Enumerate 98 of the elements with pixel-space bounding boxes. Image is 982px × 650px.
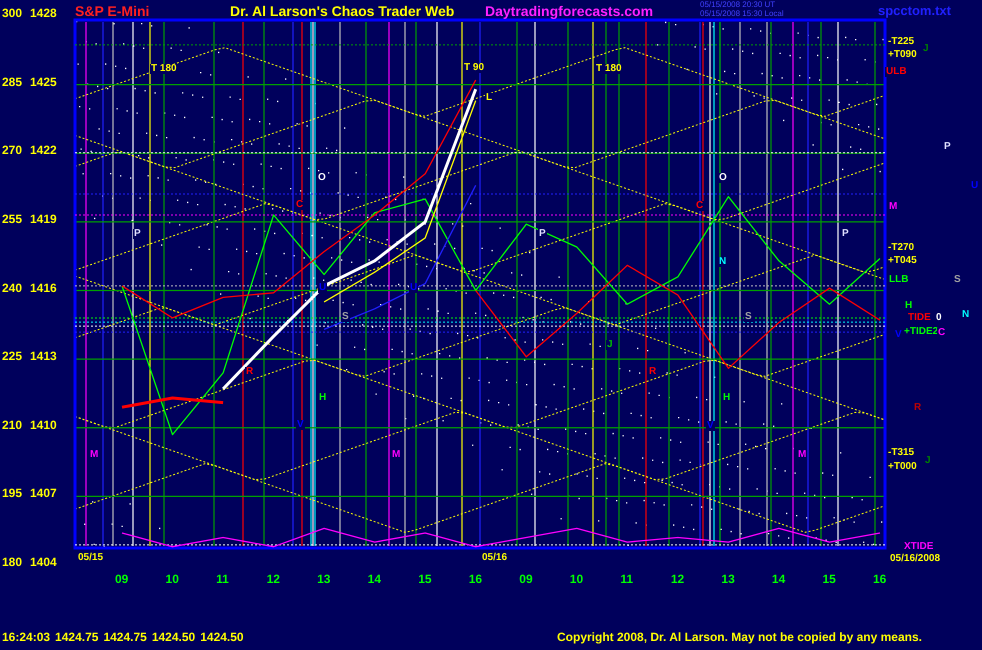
chart-label: J xyxy=(922,44,930,54)
time-label: 15 xyxy=(418,573,432,585)
price-label: 1404 xyxy=(30,556,57,568)
chart-label: +T045 xyxy=(887,256,918,266)
time-label: 13 xyxy=(317,573,330,585)
time-label: 10 xyxy=(570,573,584,585)
chart-label: N xyxy=(718,257,728,267)
chart-label: U xyxy=(318,283,328,293)
chart-label: C xyxy=(695,201,704,211)
time-label: 10 xyxy=(166,573,179,585)
degree-label: 300 xyxy=(2,7,22,19)
chart-label: S xyxy=(744,312,753,322)
price-label: 1413 xyxy=(30,350,57,362)
degree-label: 285 xyxy=(2,76,22,88)
chart-label: T 90 xyxy=(463,63,486,73)
chart-label: -T315 xyxy=(887,448,916,458)
chart-label: P xyxy=(538,229,547,239)
degree-label: 240 xyxy=(2,282,22,294)
series-label: XTIDE xyxy=(903,542,934,552)
time-label: 13 xyxy=(721,573,735,585)
site-name: Daytradingforecasts.com xyxy=(485,4,654,18)
file-name: spcctom.txt xyxy=(878,4,951,17)
chart-label: O xyxy=(317,173,327,183)
degree-label: 255 xyxy=(2,212,22,225)
time-label: 12 xyxy=(670,573,684,585)
time-label: 09 xyxy=(519,573,533,585)
chart-label: M xyxy=(888,202,898,212)
chart-label: LLB xyxy=(888,275,910,285)
chart-label: 05/16/2008 xyxy=(889,554,942,564)
price-label: 1416 xyxy=(30,282,57,294)
chart-label: V xyxy=(706,421,715,431)
degree-label: 180 xyxy=(2,556,22,568)
chart-label: J xyxy=(924,456,932,466)
timestamp: 05/15/2008 20:30 UT xyxy=(700,1,776,9)
chart-label: +TIDE2 xyxy=(903,327,940,337)
chart-label: C xyxy=(937,328,946,338)
quote-value: 1424.50 xyxy=(200,630,244,644)
chart-label: TIDE xyxy=(907,313,932,323)
chart-label: O xyxy=(718,173,728,183)
quote-value: 1424.75 xyxy=(103,630,147,644)
time-label: 14 xyxy=(772,573,786,585)
symbol-title: S&P E-Mini xyxy=(75,4,150,18)
chart-label: ULB xyxy=(885,67,908,77)
quote-value: 1424.75 xyxy=(55,630,98,644)
chart-label: P xyxy=(943,142,952,152)
time-label: 15 xyxy=(822,573,836,585)
chart-label: R xyxy=(913,403,922,413)
chart-label: H xyxy=(318,393,328,403)
chart-label: S xyxy=(341,312,350,322)
chart-label: H xyxy=(722,393,732,403)
degree-label: 270 xyxy=(2,144,22,156)
chart-label: S xyxy=(953,275,962,285)
chart-label: U xyxy=(970,181,980,191)
quote-value: 1424.50 xyxy=(152,630,196,644)
timestamp: 05/15/2008 15:30 Local xyxy=(700,10,784,18)
chart-label: +T090 xyxy=(887,50,918,60)
chart-label: R xyxy=(648,367,658,377)
chart-label: M xyxy=(89,450,100,460)
degree-label: 225 xyxy=(2,350,22,362)
chart-label: R xyxy=(245,367,254,377)
price-label: 1407 xyxy=(30,487,57,500)
chart-label: J xyxy=(606,340,614,350)
price-label: 1422 xyxy=(30,144,57,156)
quote-value: 16:24:03 xyxy=(2,630,50,644)
price-label: 1410 xyxy=(30,418,57,431)
chart-label: N xyxy=(961,310,970,320)
time-label: 11 xyxy=(620,573,634,585)
chart-label: V xyxy=(894,330,903,340)
chart-label: C xyxy=(295,200,304,210)
chart-label: 05/15 xyxy=(77,553,104,563)
chart-label: U xyxy=(409,283,418,293)
chart-label: L xyxy=(485,93,494,103)
time-label: 14 xyxy=(368,573,382,585)
chart-label: -T225 xyxy=(887,37,916,47)
degree-label: 195 xyxy=(2,487,22,500)
time-label: 16 xyxy=(873,573,886,585)
time-label: 11 xyxy=(216,573,229,585)
time-label: 09 xyxy=(115,573,128,585)
chart-label: 0 xyxy=(935,313,943,323)
page-title: Dr. Al Larson's Chaos Trader Web xyxy=(230,4,454,18)
price-label: 1425 xyxy=(30,76,57,88)
chart-label: M xyxy=(797,450,808,460)
time-label: 16 xyxy=(468,573,482,585)
copyright-text: Copyright 2008, Dr. Al Larson. May not be copied by any means. xyxy=(557,630,922,644)
chart-label: T 180 xyxy=(595,64,623,74)
chart-label: P xyxy=(841,229,850,239)
chart-label: T 180 xyxy=(150,64,178,74)
price-label: 1419 xyxy=(30,212,57,225)
chart-label: M xyxy=(391,450,402,460)
chart-label: 05/16 xyxy=(481,553,508,563)
degree-label: 210 xyxy=(2,418,22,431)
chart-label: V xyxy=(296,420,305,430)
chart-label: +T000 xyxy=(887,462,918,472)
price-label: 1428 xyxy=(30,7,57,19)
chart-label: H xyxy=(904,301,914,311)
chart-label: -T270 xyxy=(887,243,916,253)
time-label: 12 xyxy=(266,573,280,585)
chart-label: P xyxy=(133,229,142,239)
